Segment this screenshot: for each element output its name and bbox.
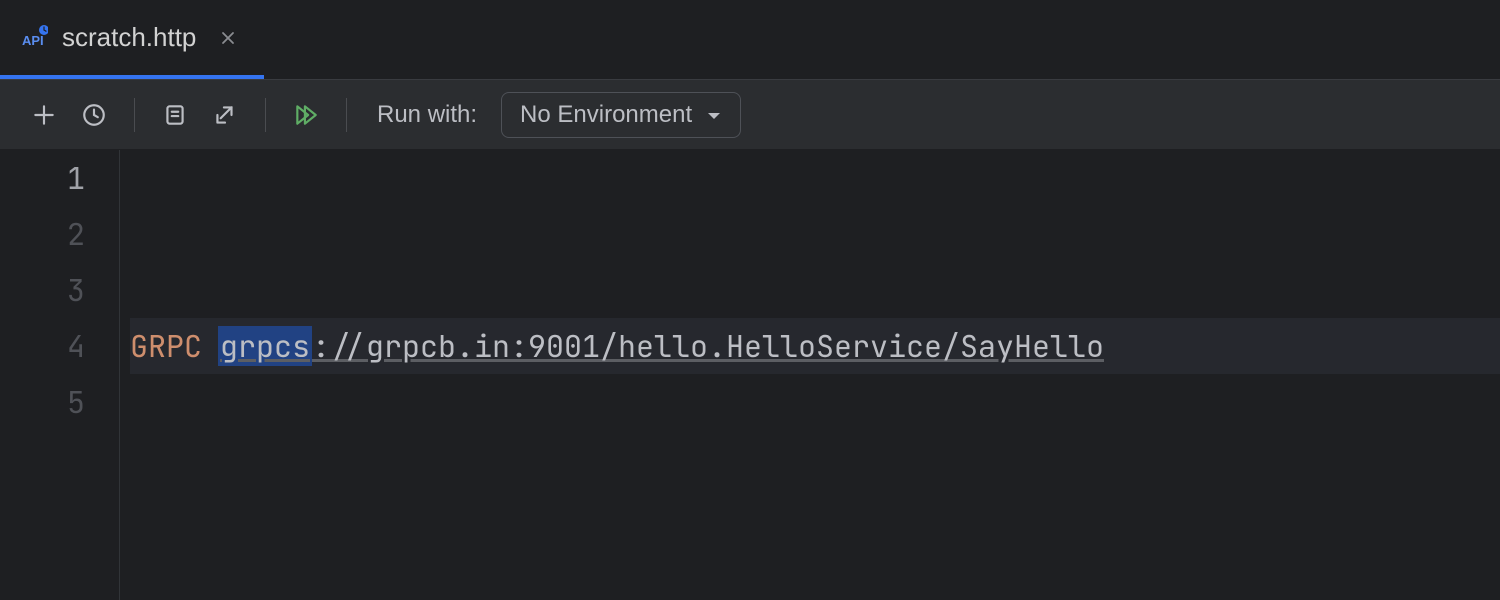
environment-select-value: No Environment [520, 101, 692, 129]
line-number: 4 [0, 318, 85, 374]
tab-bar: API scratch.http [0, 0, 1500, 80]
toolbar-separator [346, 98, 347, 132]
close-tab-button[interactable] [218, 28, 238, 48]
code-line[interactable]: GRPC grpcs://grpcb.in:9001/hello.HelloSe… [130, 318, 1500, 374]
line-number: 2 [0, 206, 85, 262]
toolbar-separator [265, 98, 266, 132]
run-all-button[interactable] [286, 95, 326, 135]
line-number: 5 [0, 374, 85, 430]
code-line[interactable] [130, 542, 1500, 598]
line-number-gutter: 1 2 3 4 5 [0, 150, 120, 600]
code-area[interactable]: GRPC grpcs://grpcb.in:9001/hello.HelloSe… [120, 150, 1500, 600]
svg-text:API: API [22, 33, 44, 48]
file-tab[interactable]: API scratch.http [0, 0, 264, 79]
code-editor[interactable]: 1 2 3 4 5 GRPC grpcs://grpcb.in:9001/hel… [0, 150, 1500, 600]
url-rest: ://grpcb.in:9001/hello.HelloService/SayH… [312, 326, 1104, 366]
examples-button[interactable] [155, 95, 195, 135]
line-number: 1 [0, 150, 85, 206]
api-file-icon: API [22, 25, 48, 51]
url-token: grpcs://grpcb.in:9001/hello.HelloService… [220, 318, 1104, 374]
file-tab-label: scratch.http [62, 22, 196, 53]
toolbar-separator [134, 98, 135, 132]
editor-toolbar: Run with: No Environment [0, 80, 1500, 150]
selection: grpcs [218, 326, 312, 366]
add-request-button[interactable] [24, 95, 64, 135]
chevron-down-icon [706, 101, 722, 129]
line-number: 3 [0, 262, 85, 318]
run-with-label: Run with: [377, 101, 477, 129]
history-button[interactable] [74, 95, 114, 135]
import-button[interactable] [205, 95, 245, 135]
http-method-token: GRPC [130, 318, 202, 374]
environment-select[interactable]: No Environment [501, 92, 741, 138]
